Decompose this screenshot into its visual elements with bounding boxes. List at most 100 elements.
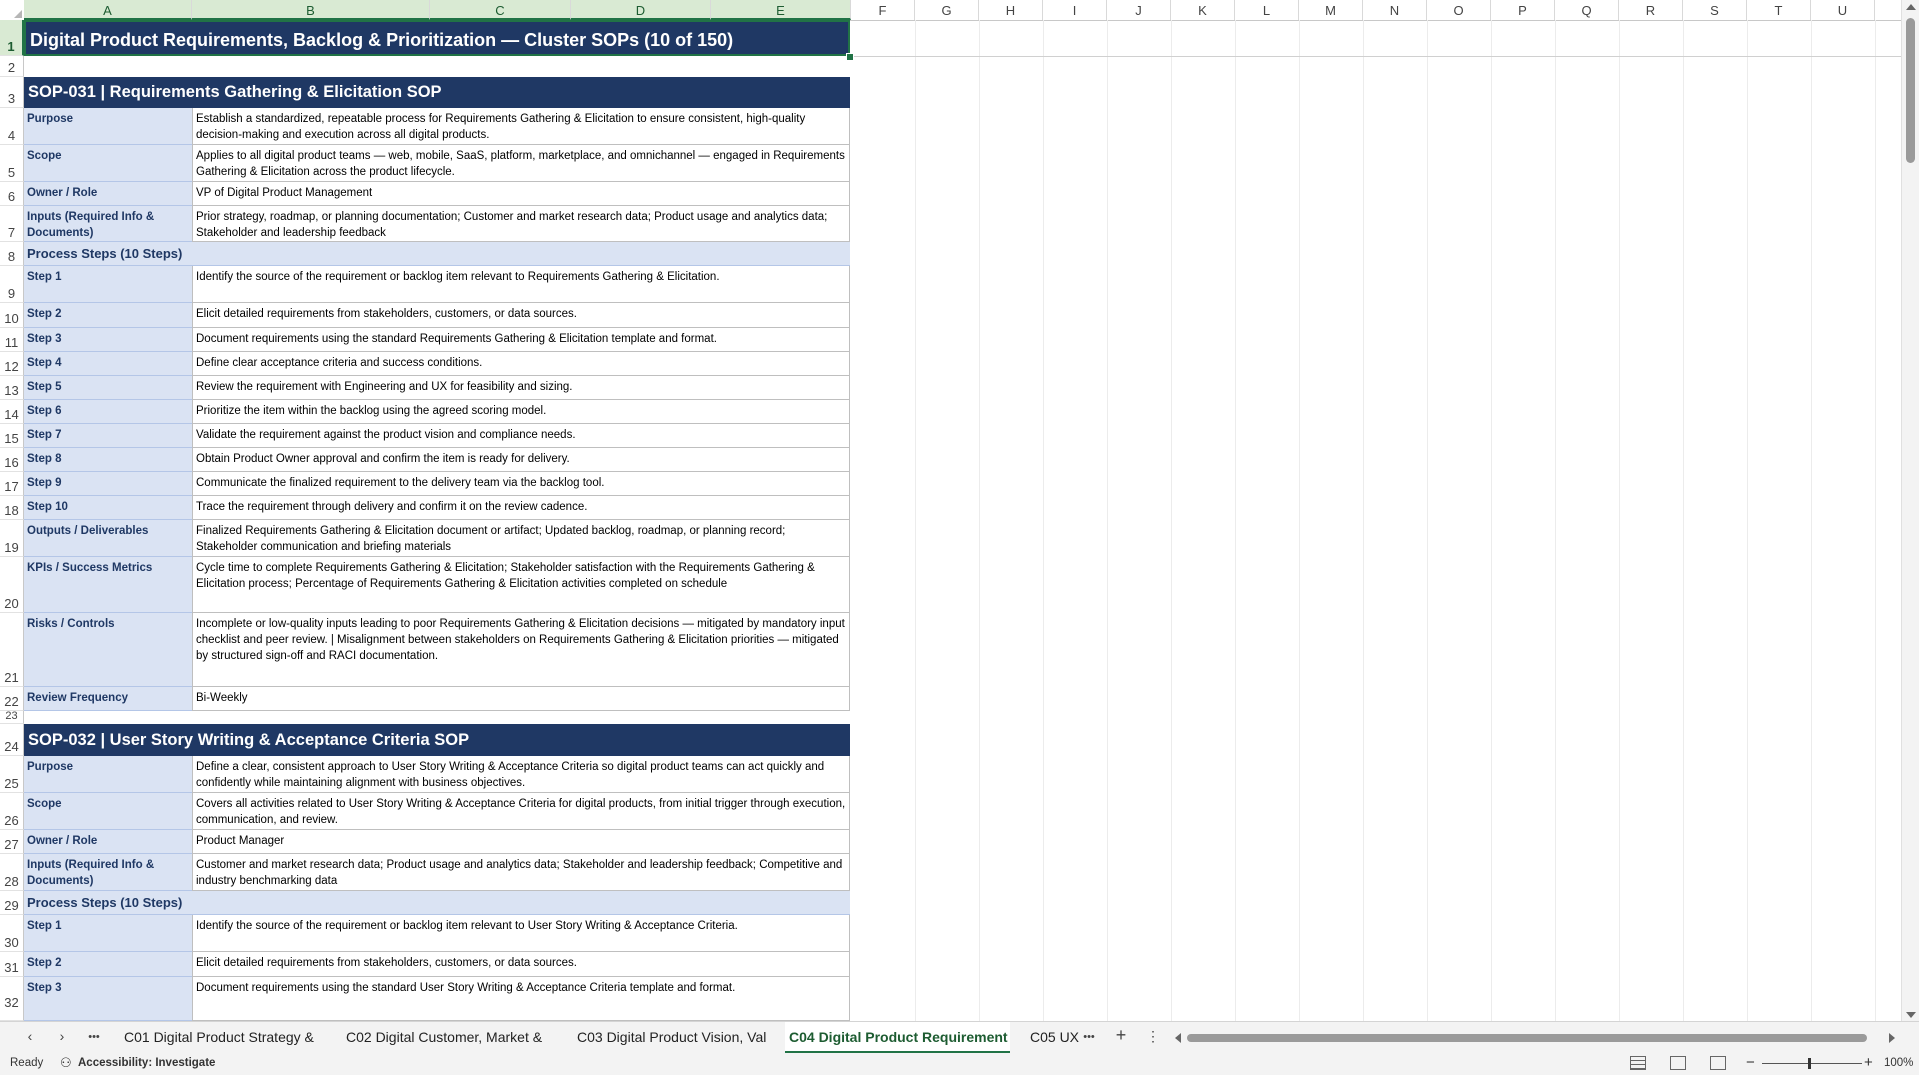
column-header-p[interactable]: P [1491,0,1555,20]
column-header-g[interactable]: G [915,0,979,20]
row-header-2[interactable]: 2 [0,56,24,77]
row-header-31[interactable]: 31 [0,952,24,977]
row-header-24[interactable]: 24 [0,724,24,756]
step-text[interactable]: Identify the source of the requirement o… [192,915,850,952]
row-header-16[interactable]: 16 [0,448,24,472]
column-header-n[interactable]: N [1363,0,1427,20]
step-label[interactable]: Step 1 [24,266,192,303]
row-header-5[interactable]: 5 [0,145,24,182]
step-text[interactable]: Validate the requirement against the pro… [192,424,850,448]
row-header-25[interactable]: 25 [0,756,24,793]
sheet-tab-c01[interactable]: C01 Digital Product Strategy & [120,1022,328,1054]
scroll-right-icon[interactable] [1889,1033,1895,1043]
prev-sheet-icon[interactable]: ‹ [20,1028,40,1044]
column-header-e[interactable]: E [711,0,851,20]
column-header-u[interactable]: U [1811,0,1875,20]
add-sheet-icon[interactable]: + [1111,1025,1131,1046]
row-header-18[interactable]: 18 [0,496,24,520]
page-break-preview-icon[interactable] [1710,1056,1726,1070]
row-header-3[interactable]: 3 [0,77,24,108]
step-text[interactable]: Document requirements using the standard… [192,977,850,1021]
scope-label[interactable]: Scope [24,145,192,182]
step-text[interactable]: Prioritize the item within the backlog u… [192,400,850,424]
column-header-i[interactable]: I [1043,0,1107,20]
row-header-11[interactable]: 11 [0,328,24,352]
sheet-tab-c04[interactable]: C04 Digital Product Requirement [785,1022,1010,1054]
row-header-4[interactable]: 4 [0,108,24,145]
purpose-label[interactable]: Purpose [24,108,192,145]
kpis-value[interactable]: Cycle time to complete Requirements Gath… [192,557,850,613]
step-text[interactable]: Define clear acceptance criteria and suc… [192,352,850,376]
row-header-8[interactable]: 8 [0,242,24,266]
column-header-j[interactable]: J [1107,0,1171,20]
step-label[interactable]: Step 5 [24,376,192,400]
zoom-in-icon[interactable]: + [1864,1054,1873,1071]
risks-label[interactable]: Risks / Controls [24,613,192,687]
more-sheets-right-icon[interactable]: ••• [1079,1031,1099,1043]
scroll-up-icon[interactable] [1906,4,1916,10]
more-sheets-left-icon[interactable]: ••• [84,1031,104,1043]
row-header-23[interactable]: 23 [0,710,24,724]
sop-032-header[interactable]: SOP-032 | User Story Writing & Acceptanc… [24,724,850,756]
scope-value[interactable]: Applies to all digital product teams — w… [192,145,850,182]
zoom-level[interactable]: 100% [1884,1057,1913,1069]
accessibility-status[interactable]: Accessibility: Investigate [78,1057,215,1069]
row-header-21[interactable]: 21 [0,613,24,687]
zoom-slider[interactable] [1762,1063,1862,1064]
row-header-6[interactable]: 6 [0,182,24,206]
purpose-value[interactable]: Define a clear, consistent approach to U… [192,756,850,793]
kpis-label[interactable]: KPIs / Success Metrics [24,557,192,613]
purpose-label[interactable]: Purpose [24,756,192,793]
sheet-options-icon[interactable]: ⋮ [1143,1028,1163,1045]
select-all-corner[interactable] [0,0,25,20]
step-text[interactable]: Communicate the finalized requirement to… [192,472,850,496]
sop-031-header[interactable]: SOP-031 | Requirements Gathering & Elici… [24,77,850,108]
row-header-27[interactable]: 27 [0,830,24,854]
next-sheet-icon[interactable]: › [52,1028,72,1044]
row-header-17[interactable]: 17 [0,472,24,496]
step-label[interactable]: Step 8 [24,448,192,472]
owner-label[interactable]: Owner / Role [24,830,192,854]
inputs-value[interactable]: Prior strategy, roadmap, or planning doc… [192,206,850,242]
vertical-scroll-thumb[interactable] [1906,18,1915,163]
owner-value[interactable]: VP of Digital Product Management [192,182,850,206]
scope-value[interactable]: Covers all activities related to User St… [192,793,850,830]
column-header-s[interactable]: S [1683,0,1747,20]
row-header-32[interactable]: 32 [0,977,24,1021]
column-header-b[interactable]: B [192,0,430,20]
purpose-value[interactable]: Establish a standardized, repeatable pro… [192,108,850,145]
row-header-1[interactable]: 1 [0,20,24,56]
owner-label[interactable]: Owner / Role [24,182,192,206]
row-header-28[interactable]: 28 [0,854,24,891]
step-label[interactable]: Step 4 [24,352,192,376]
sheet-tab-c03[interactable]: C03 Digital Product Vision, Val [573,1022,781,1054]
row-header-26[interactable]: 26 [0,793,24,830]
column-header-l[interactable]: L [1235,0,1299,20]
step-text[interactable]: Review the requirement with Engineering … [192,376,850,400]
row-header-10[interactable]: 10 [0,303,24,328]
step-text[interactable]: Identify the source of the requirement o… [192,266,850,303]
page-layout-view-icon[interactable] [1670,1056,1686,1070]
sheet-tab-c05[interactable]: C05 UX [1026,1022,1082,1054]
inputs-label[interactable]: Inputs (Required Info & Documents) [24,854,192,891]
scope-label[interactable]: Scope [24,793,192,830]
column-header-c[interactable]: C [430,0,571,20]
row-header-29[interactable]: 29 [0,891,24,915]
row-header-7[interactable]: 7 [0,206,24,242]
row-header-19[interactable]: 19 [0,520,24,557]
step-label[interactable]: Step 9 [24,472,192,496]
horizontal-scrollbar[interactable] [1175,1030,1895,1046]
step-label[interactable]: Step 7 [24,424,192,448]
outputs-value[interactable]: Finalized Requirements Gathering & Elici… [192,520,850,557]
zoom-out-icon[interactable]: − [1746,1054,1755,1071]
row-header-22[interactable]: 22 [0,687,24,711]
column-header-f[interactable]: F [851,0,915,20]
zoom-slider-thumb[interactable] [1808,1058,1811,1069]
step-label[interactable]: Step 1 [24,915,192,952]
column-header-r[interactable]: R [1619,0,1683,20]
row-header-15[interactable]: 15 [0,424,24,448]
scroll-left-icon[interactable] [1175,1033,1181,1043]
sheet-title-cell[interactable]: Digital Product Requirements, Backlog & … [24,20,850,56]
row-header-14[interactable]: 14 [0,400,24,424]
row-header-13[interactable]: 13 [0,376,24,400]
